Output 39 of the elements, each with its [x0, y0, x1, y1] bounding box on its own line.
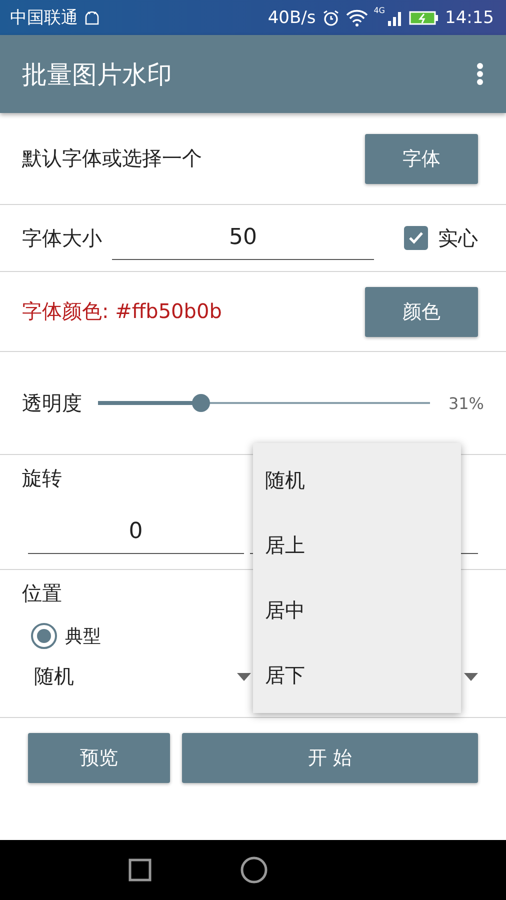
android-icon	[84, 10, 100, 26]
more-options-icon[interactable]	[476, 62, 484, 86]
font-color-label: 字体颜色: #ffb50b0b	[22, 298, 223, 325]
radio-label: 典型	[65, 625, 101, 648]
font-size-label: 字体大小	[22, 224, 102, 252]
rotation-input[interactable]: 0	[28, 510, 244, 554]
solid-label: 实心	[438, 224, 478, 252]
opacity-label: 透明度	[22, 390, 82, 416]
font-label: 默认字体或选择一个	[22, 145, 203, 172]
network-speed: 40B/s	[268, 8, 316, 28]
preview-button[interactable]: 预览	[28, 733, 170, 783]
alarm-icon	[322, 8, 340, 26]
caret-icon	[464, 672, 478, 680]
opacity-value: 31%	[448, 394, 484, 412]
home-icon[interactable]	[240, 856, 268, 884]
start-button[interactable]: 开 始	[182, 733, 478, 783]
font-size-input[interactable]: 50	[112, 216, 374, 260]
rotation-label: 旋转	[22, 465, 62, 492]
dropdown-value[interactable]: 随机	[34, 663, 74, 690]
clock-time: 14:15	[445, 8, 494, 28]
app-title: 批量图片水印	[22, 58, 173, 90]
menu-item[interactable]: 居上	[253, 513, 461, 578]
carrier-name: 中国联通	[10, 7, 78, 29]
radio-button[interactable]	[31, 623, 57, 649]
color-button[interactable]: 颜色	[365, 286, 478, 336]
caret-icon	[237, 672, 251, 680]
menu-item[interactable]: 居下	[253, 643, 461, 708]
recent-apps-icon[interactable]	[128, 858, 152, 882]
network-type: 4G	[374, 6, 385, 15]
solid-checkbox[interactable]	[404, 226, 428, 250]
slider-thumb[interactable]	[192, 394, 210, 412]
battery-icon	[409, 10, 439, 26]
menu-item[interactable]: 居中	[253, 578, 461, 643]
position-label: 位置	[22, 580, 62, 607]
font-button[interactable]: 字体	[365, 134, 478, 184]
wifi-icon	[346, 8, 368, 26]
signal-icon	[387, 10, 403, 26]
check-icon	[408, 231, 424, 245]
menu-item[interactable]: 随机	[253, 448, 461, 513]
